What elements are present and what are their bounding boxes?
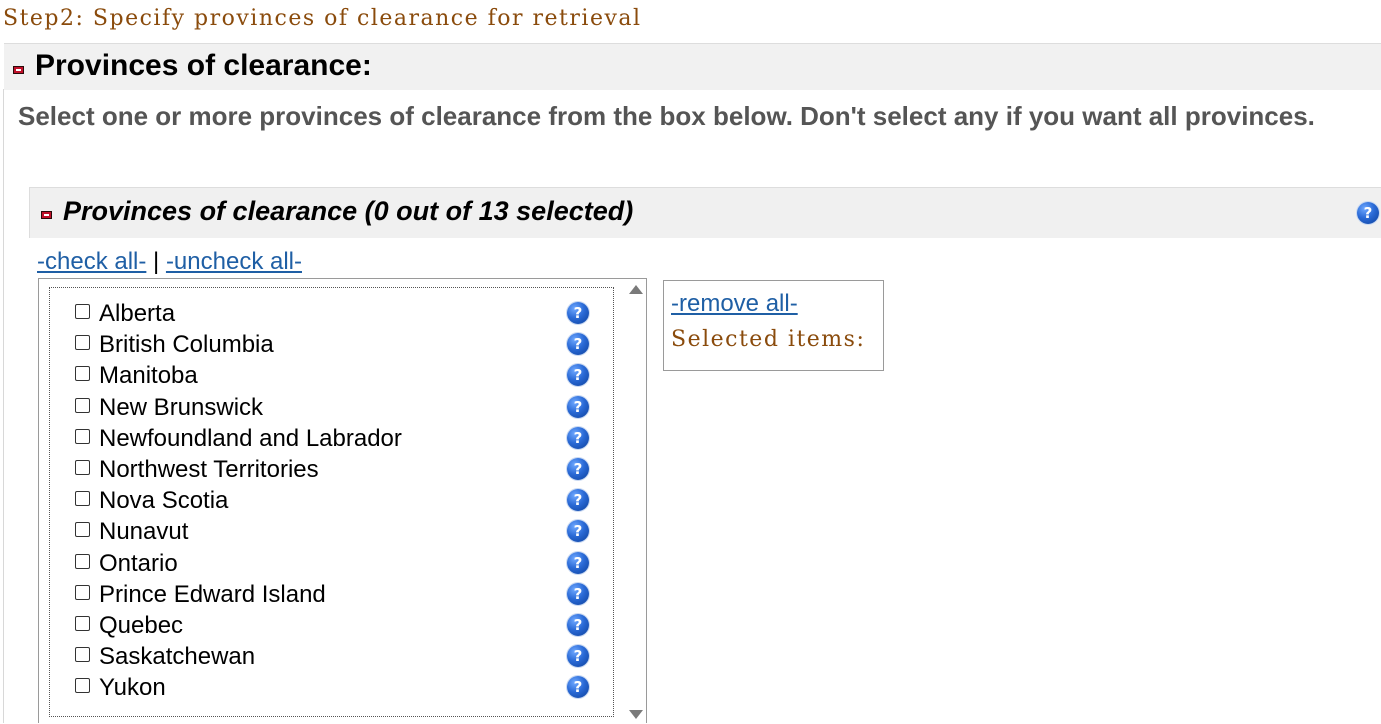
province-row[interactable]: Nunavut? [75,518,595,548]
province-label[interactable]: Alberta [99,300,175,328]
instructions-text: Select one or more provinces of clearanc… [18,101,1315,131]
province-checkbox[interactable] [75,428,90,444]
province-label[interactable]: Northwest Territories [99,456,319,484]
help-icon[interactable]: ? [567,645,589,668]
province-checkbox[interactable] [75,553,90,569]
help-icon[interactable]: ? [567,302,589,324]
province-row[interactable]: Newfoundland and Labrador? [75,425,595,455]
remove-all-link[interactable]: -remove all- [671,290,798,318]
province-row[interactable]: Nova Scotia? [75,487,595,517]
province-label[interactable]: Nova Scotia [99,487,228,515]
arrow-down-icon[interactable] [629,710,643,719]
province-label[interactable]: Saskatchewan [99,643,255,671]
province-label[interactable]: New Brunswick [99,394,263,422]
help-icon[interactable]: ? [567,458,589,480]
province-checkbox[interactable] [75,491,90,507]
check-links: -check all- | -uncheck all- [37,248,302,276]
selected-items-panel: -remove all- Selected items: [663,280,884,371]
link-separator: | [153,248,160,275]
province-checkbox[interactable] [75,397,90,413]
province-row[interactable]: Saskatchewan? [75,643,595,673]
check-all-link[interactable]: -check all- [37,248,146,275]
help-icon[interactable]: ? [567,333,589,356]
help-icon[interactable]: ? [567,676,589,699]
section-header[interactable]: Provinces of clearance: [4,43,1381,90]
province-checkbox[interactable] [75,584,90,600]
help-icon[interactable]: ? [567,614,589,636]
scrollbar[interactable] [624,279,646,724]
collapse-icon[interactable] [41,211,52,219]
selected-items-label: Selected items: [671,327,866,352]
subsection-title: Provinces of clearance (0 out of 13 sele… [63,196,634,226]
help-icon[interactable]: ? [567,489,589,512]
province-label[interactable]: Ontario [99,550,178,578]
province-row[interactable]: Northwest Territories? [75,456,595,486]
help-icon[interactable]: ? [567,426,589,449]
step-title: Step2: Specify provinces of clearance fo… [3,6,642,31]
province-checkbox[interactable] [75,366,90,382]
help-icon[interactable]: ? [1357,202,1379,224]
province-label[interactable]: Newfoundland and Labrador [99,425,402,453]
province-list: Alberta? British Columbia? Manitoba? New Br… [49,287,614,717]
section-border [3,89,4,723]
province-checkbox[interactable] [75,647,90,663]
province-checkbox[interactable] [75,304,90,319]
help-icon[interactable]: ? [567,520,589,543]
province-row[interactable]: Yukon? [75,674,595,704]
province-row[interactable]: Manitoba? [75,362,595,392]
province-row[interactable]: British Columbia? [75,331,595,361]
province-row[interactable]: Alberta? [75,300,595,330]
province-label[interactable]: Prince Edward Island [99,581,326,609]
province-label[interactable]: British Columbia [99,331,274,359]
province-label[interactable]: Manitoba [99,362,198,390]
help-icon[interactable]: ? [567,395,589,418]
help-icon[interactable]: ? [567,364,589,387]
subsection-header[interactable]: Provinces of clearance (0 out of 13 sele… [29,187,1381,238]
province-checkbox[interactable] [75,335,90,351]
province-checkbox[interactable] [75,522,90,538]
province-list-box[interactable]: Alberta? British Columbia? Manitoba? New Br… [38,278,647,724]
help-icon[interactable]: ? [567,551,589,574]
arrow-up-icon[interactable] [629,285,643,294]
province-row[interactable]: Quebec? [75,612,595,642]
province-row[interactable]: Prince Edward Island? [75,581,595,611]
province-row[interactable]: Ontario? [75,550,595,580]
province-checkbox[interactable] [75,460,90,475]
province-label[interactable]: Yukon [99,674,166,702]
province-label[interactable]: Nunavut [99,518,188,546]
section-title: Provinces of clearance: [35,49,372,82]
collapse-icon[interactable] [13,66,24,74]
province-label[interactable]: Quebec [99,612,183,640]
province-checkbox[interactable] [75,678,90,694]
help-icon[interactable]: ? [567,582,589,605]
province-row[interactable]: New Brunswick? [75,394,595,424]
uncheck-all-link[interactable]: -uncheck all- [166,248,302,275]
province-checkbox[interactable] [75,616,90,631]
